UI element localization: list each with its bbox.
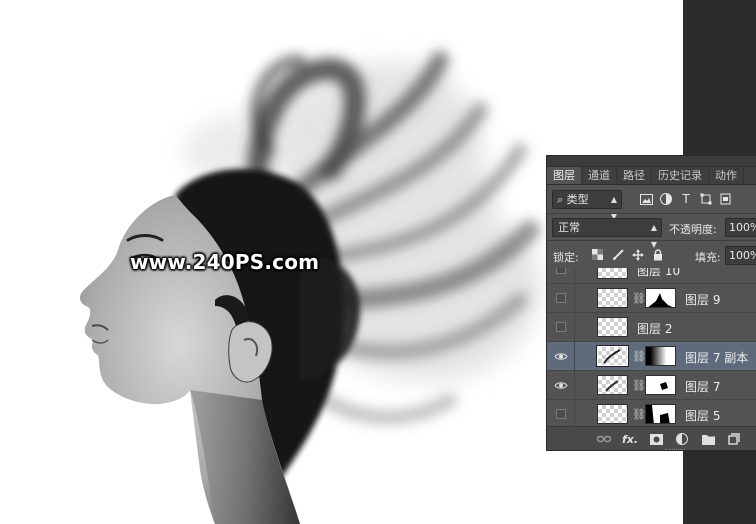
layer-thumbnail[interactable] [597, 404, 628, 424]
blend-row: 正常 ▲▼ 不透明度: 100% [547, 215, 756, 249]
lock-all-icon[interactable] [651, 248, 664, 261]
layer-row[interactable]: 图层 10 [547, 268, 756, 284]
layer-name[interactable]: 图层 2 [637, 320, 672, 337]
layer-row[interactable]: ⛓ 图层 5 [547, 400, 756, 426]
filter-kind-select[interactable]: ⌕ 类型 ▲ ▼ [552, 190, 622, 221]
add-mask-icon[interactable] [649, 432, 663, 446]
watermark-text: www.240PS.com [130, 250, 320, 274]
divider [547, 213, 756, 214]
panel-resize-grip[interactable] [665, 449, 685, 451]
mask-link-icon[interactable]: ⛓ [632, 379, 646, 392]
tab-channels[interactable]: 通道 [582, 167, 617, 184]
layer-thumbnail[interactable] [597, 288, 628, 308]
layer-thumbnail[interactable] [596, 345, 629, 367]
opacity-input[interactable]: 100% [725, 218, 756, 237]
image-filter-icon[interactable] [639, 192, 653, 206]
visibility-toggle[interactable] [547, 400, 575, 426]
layer-name[interactable]: 图层 9 [685, 291, 720, 308]
tab-paths[interactable]: 路径 [617, 167, 652, 184]
layer-name[interactable]: 图层 10 [637, 268, 680, 279]
layer-thumbnail[interactable] [597, 317, 628, 337]
layer-mask-thumbnail[interactable] [645, 288, 676, 308]
fx-icon[interactable]: fx. [622, 432, 638, 446]
blend-mode-select[interactable]: 正常 ▲ ▼ [552, 218, 662, 249]
layer-row[interactable]: ⛓ 图层 7 [547, 371, 756, 400]
layer-name[interactable]: 图层 7 副本 [685, 349, 748, 366]
visibility-off-box [555, 409, 566, 419]
filter-kind-value: 类型 [566, 193, 589, 206]
lock-position-icon[interactable] [631, 248, 644, 261]
layer-row-selected[interactable]: ⛓ 图层 7 副本 [547, 342, 756, 371]
layer-thumbnail[interactable] [597, 375, 628, 395]
visibility-off-box [555, 293, 566, 303]
lock-paint-icon[interactable] [611, 248, 624, 261]
layer-list[interactable]: 图层 10 ⛓ 图层 9 图层 2 ⛓ 图层 7 副本 ⛓ 图层 7 ⛓ 图层 … [547, 268, 756, 426]
fill-input[interactable]: 100% [725, 246, 756, 265]
mask-link-icon[interactable]: ⛓ [632, 292, 646, 305]
mask-link-icon[interactable]: ⛓ [632, 408, 646, 421]
layer-name[interactable]: 图层 5 [685, 407, 720, 424]
layer-filter-row: ⌕ 类型 ▲ ▼ T [547, 187, 756, 221]
link-layers-icon[interactable] [597, 432, 611, 446]
fill-label: 填充: [695, 251, 721, 264]
visibility-toggle[interactable] [547, 284, 575, 312]
mask-link-icon[interactable]: ⛓ [632, 350, 646, 363]
visibility-toggle[interactable] [547, 268, 575, 283]
blend-mode-value: 正常 [558, 221, 580, 234]
visibility-toggle[interactable] [547, 371, 575, 399]
visibility-off-box [555, 322, 566, 332]
panel-footer: fx. [547, 426, 756, 450]
tab-layers[interactable]: 图层 [547, 167, 582, 184]
layer-mask-thumbnail[interactable] [645, 375, 676, 395]
tab-actions[interactable]: 动作 [709, 167, 744, 184]
lock-row: 锁定: 填充: 100% [547, 242, 756, 268]
layers-panel: 图层 通道 路径 历史记录 动作 ⌕ 类型 ▲ ▼ T 正常 ▲ ▼ 不透明度:… [546, 155, 756, 451]
panel-drag-handle[interactable] [547, 156, 756, 167]
visibility-off-box [555, 268, 566, 274]
adjustment-layer-icon[interactable] [675, 432, 689, 446]
layer-row[interactable]: 图层 2 [547, 313, 756, 342]
new-group-icon[interactable] [701, 432, 715, 446]
visibility-toggle[interactable] [547, 342, 575, 370]
lock-transparent-icon[interactable] [591, 248, 604, 261]
new-layer-icon[interactable] [727, 432, 741, 446]
panel-tab-bar: 图层 通道 路径 历史记录 动作 [547, 167, 756, 185]
layer-row[interactable]: ⛓ 图层 9 [547, 284, 756, 313]
eye-icon [553, 352, 568, 361]
shape-filter-icon[interactable] [699, 192, 713, 206]
divider [547, 240, 756, 241]
smart-object-filter-icon[interactable] [719, 192, 733, 206]
layer-name[interactable]: 图层 7 [685, 378, 720, 395]
layer-mask-thumbnail[interactable] [645, 404, 676, 424]
eye-icon [553, 381, 568, 390]
tab-history[interactable]: 历史记录 [652, 167, 709, 184]
adjustment-filter-icon[interactable] [659, 192, 673, 206]
opacity-label: 不透明度: [669, 223, 717, 236]
lock-label: 锁定: [553, 251, 579, 264]
search-icon: ⌕ [557, 193, 567, 206]
visibility-toggle[interactable] [547, 313, 575, 341]
layer-mask-thumbnail[interactable] [645, 346, 676, 366]
layer-thumbnail[interactable] [597, 268, 628, 279]
type-filter-icon[interactable]: T [679, 192, 693, 206]
